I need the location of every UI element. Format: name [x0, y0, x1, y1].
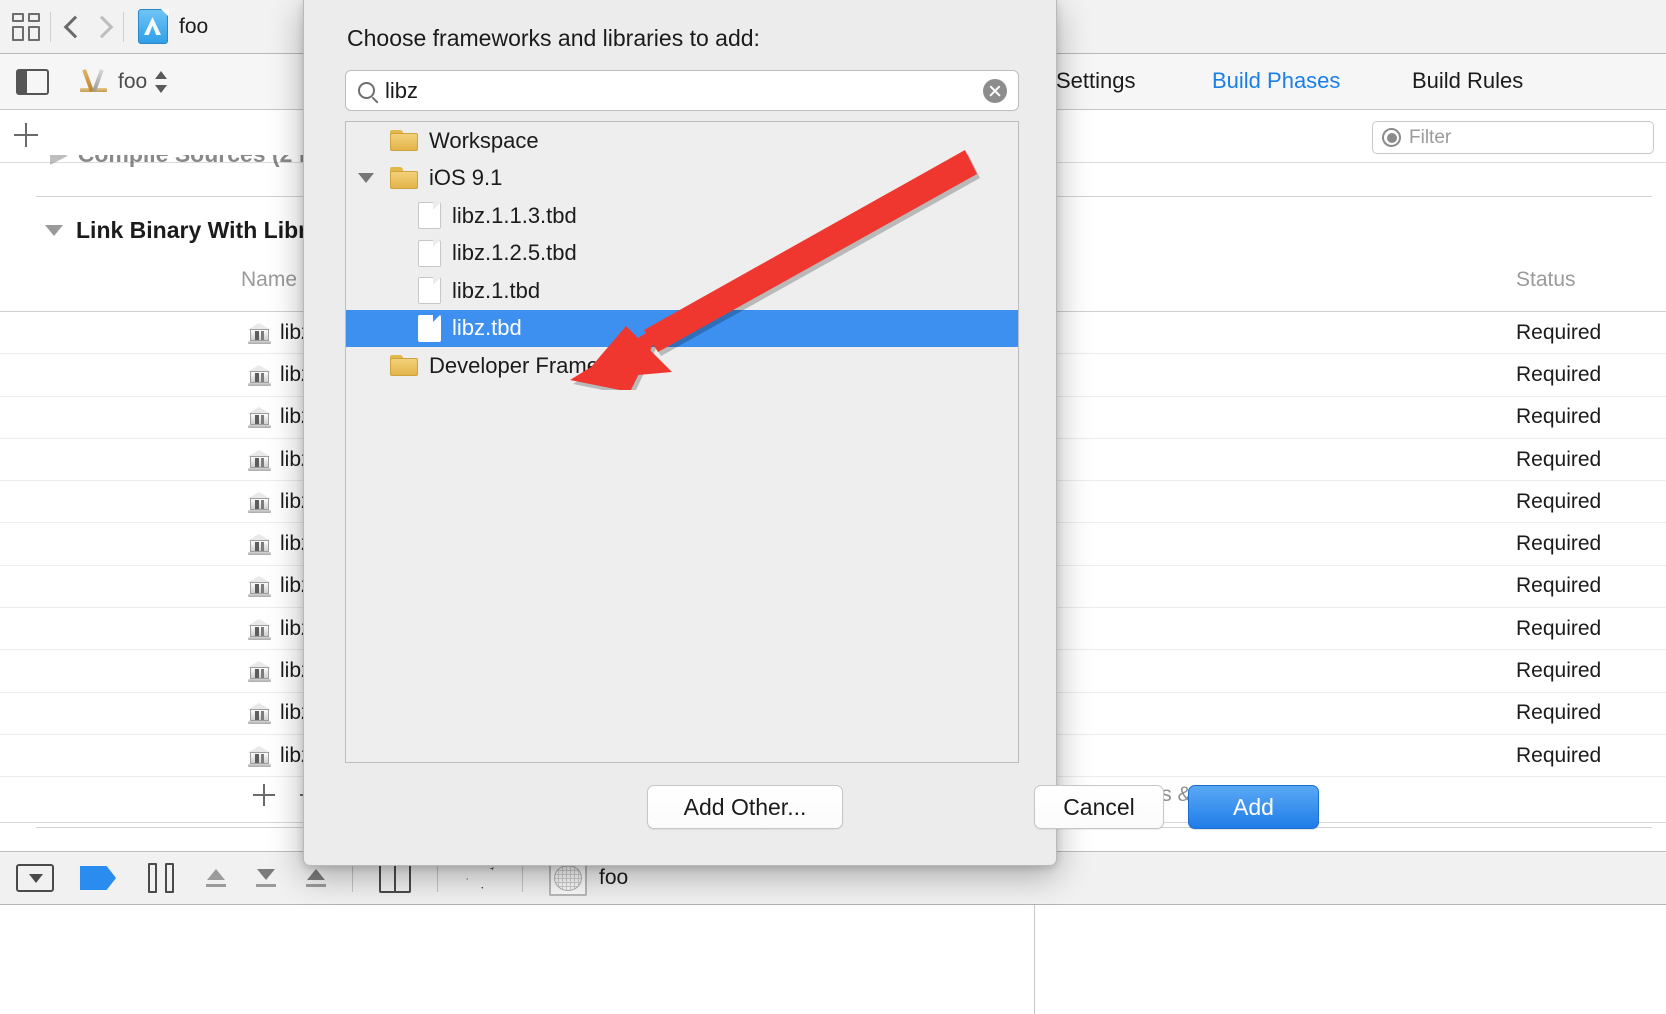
filter-icon: [1382, 128, 1401, 147]
hide-debug-area-icon[interactable]: [16, 864, 54, 892]
tree-item[interactable]: Developer Frameworks: [346, 347, 1018, 385]
debug-scope-label: foo: [599, 866, 629, 889]
disclosure-triangle-icon[interactable]: [45, 225, 63, 236]
filter-placeholder: Filter: [1409, 126, 1452, 148]
library-icon: [247, 364, 272, 386]
tab-settings[interactable]: Settings: [1056, 68, 1136, 94]
chevron-right-icon[interactable]: [87, 12, 113, 42]
simulate-location-icon[interactable]: [464, 863, 496, 893]
library-icon: [247, 533, 272, 556]
debug-bar-divider: [437, 864, 438, 892]
tree-item-label: libz.1.2.5.tbd: [452, 240, 577, 266]
library-status[interactable]: Required: [1516, 659, 1601, 683]
debug-area: [0, 905, 1666, 1014]
split-view-icon[interactable]: [379, 862, 411, 894]
step-into-icon[interactable]: [256, 869, 276, 887]
tree-item-label: libz.tbd: [452, 315, 522, 341]
folder-icon: [390, 129, 418, 152]
library-icon: [247, 618, 272, 640]
toolbar-divider: [50, 11, 51, 42]
debug-bar-divider: [352, 864, 353, 892]
project-name: foo: [179, 14, 209, 38]
tab-build-phases[interactable]: Build Phases: [1212, 68, 1340, 94]
library-icon: [247, 322, 272, 344]
library-status[interactable]: Required: [1516, 532, 1601, 556]
library-status[interactable]: Required: [1516, 490, 1601, 514]
file-icon: [418, 314, 442, 342]
tree-item[interactable]: iOS 9.1: [346, 160, 1018, 198]
library-status[interactable]: Required: [1516, 617, 1601, 641]
tree-item[interactable]: libz.1.tbd: [346, 272, 1018, 310]
disclosure-triangle-icon[interactable]: [358, 173, 374, 184]
add-frameworks-dialog: Choose frameworks and libraries to add: …: [303, 0, 1319, 866]
library-status[interactable]: Required: [1516, 448, 1601, 472]
file-icon: [418, 276, 442, 305]
column-header-status: Status: [1516, 268, 1576, 291]
step-over-icon[interactable]: [206, 869, 226, 887]
xcode-target-icon: [77, 68, 109, 95]
debug-bar-divider: [522, 864, 523, 892]
tab-build-rules[interactable]: Build Rules: [1412, 68, 1523, 94]
library-status[interactable]: Required: [1516, 744, 1601, 768]
step-out-icon[interactable]: [306, 869, 326, 887]
grid-icon[interactable]: [12, 12, 40, 41]
library-icon: [247, 660, 272, 683]
filter-field[interactable]: Filter: [1372, 121, 1654, 154]
tree-item-label: libz.1.tbd: [452, 277, 541, 303]
add-other-button[interactable]: Add Other...: [647, 785, 843, 829]
tree-item-label: Workspace: [429, 127, 539, 153]
tree-item[interactable]: libz.1.2.5.tbd: [346, 235, 1018, 273]
folder-icon: [390, 167, 418, 189]
folder-icon: [390, 354, 418, 377]
cancel-button[interactable]: Cancel: [1034, 785, 1164, 829]
file-icon: [418, 201, 442, 230]
tree-item-selected[interactable]: libz.tbd: [346, 309, 1018, 347]
library-icon: [247, 491, 272, 513]
breakpoint-icon[interactable]: [80, 866, 116, 890]
target-name[interactable]: foo: [118, 70, 147, 94]
plus-icon[interactable]: [14, 123, 38, 147]
debug-area-divider: [1034, 905, 1035, 1014]
editor-tab-bar: Settings Build Phases Build Rules: [1030, 54, 1666, 110]
search-field[interactable]: libz: [345, 70, 1019, 111]
pause-icon[interactable]: [146, 863, 176, 893]
dialog-title: Choose frameworks and libraries to add:: [347, 25, 760, 51]
library-icon: [247, 745, 272, 767]
plus-icon[interactable]: [253, 784, 275, 806]
file-icon: [418, 239, 442, 267]
tree-item[interactable]: Workspace: [346, 122, 1018, 160]
app-document-icon: [138, 8, 169, 44]
library-status[interactable]: Required: [1516, 321, 1601, 345]
tree-item-label: libz.1.1.3.tbd: [452, 202, 577, 228]
chevron-left-icon[interactable]: [61, 12, 87, 42]
column-header-name: Name: [241, 268, 298, 291]
library-icon: [247, 406, 272, 429]
add-button[interactable]: Add: [1188, 785, 1319, 829]
tree-item[interactable]: libz.1.1.3.tbd: [346, 197, 1018, 235]
library-status[interactable]: Required: [1516, 701, 1601, 725]
framework-tree[interactable]: Workspace iOS 9.1 libz.1.1.3.tbd libz.1.2.5…: [345, 121, 1019, 763]
library-icon: [247, 702, 272, 725]
search-icon: [358, 82, 375, 99]
library-status[interactable]: Required: [1516, 363, 1601, 387]
library-status[interactable]: Required: [1516, 405, 1601, 429]
search-input[interactable]: libz: [385, 78, 983, 104]
library-icon: [247, 449, 272, 471]
tree-item-label: Developer Frameworks: [429, 352, 657, 378]
toolbar-divider: [123, 11, 124, 42]
clear-icon[interactable]: [983, 78, 1007, 103]
library-icon: [247, 575, 272, 598]
navigator-toggle-icon[interactable]: [16, 68, 49, 95]
library-status[interactable]: Required: [1516, 574, 1601, 598]
tree-item-label: iOS 9.1: [429, 165, 503, 191]
stepper-icon[interactable]: [155, 70, 168, 94]
